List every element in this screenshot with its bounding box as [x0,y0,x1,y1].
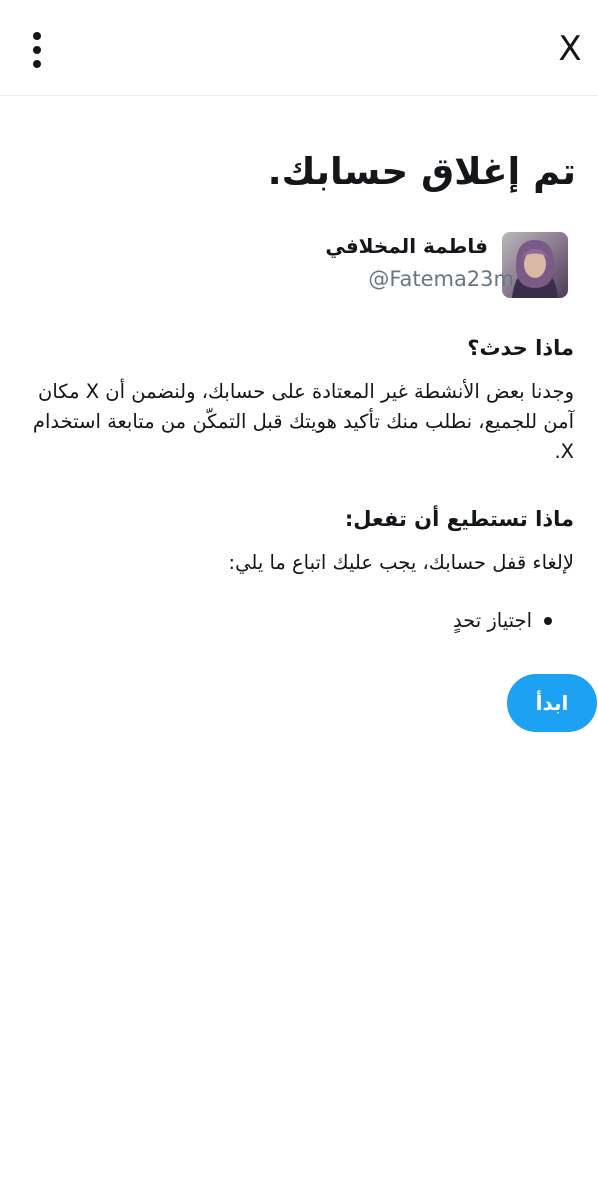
list-item: اجتياز تحدٍ [453,606,553,636]
account-profile: فاطمة المخلافي @Fatema23m [0,232,598,300]
what-you-can-do-text: لإلغاء قفل حسابك، يجب عليك اتباع ما يلي: [228,551,574,574]
profile-handle: @Fatema23m [368,267,514,291]
start-button[interactable]: ابدأ [507,674,597,732]
close-button[interactable]: X [550,26,590,72]
top-bar: X [0,0,598,96]
dot [33,60,41,68]
profile-name: فاطمة المخلافي [325,234,488,258]
steps-list: اجتياز تحدٍ [453,606,553,636]
what-you-can-do-heading: ماذا تستطيع أن تفعل: [344,507,574,531]
page-title: تم إغلاق حسابك. [267,150,576,193]
dot [33,46,41,54]
dot [33,32,41,40]
more-options-button[interactable] [22,30,52,70]
what-happened-text: وجدنا بعض الأنشطة غير المعتادة على حسابك… [32,380,574,463]
what-happened-heading: ماذا حدث؟ [467,336,574,360]
